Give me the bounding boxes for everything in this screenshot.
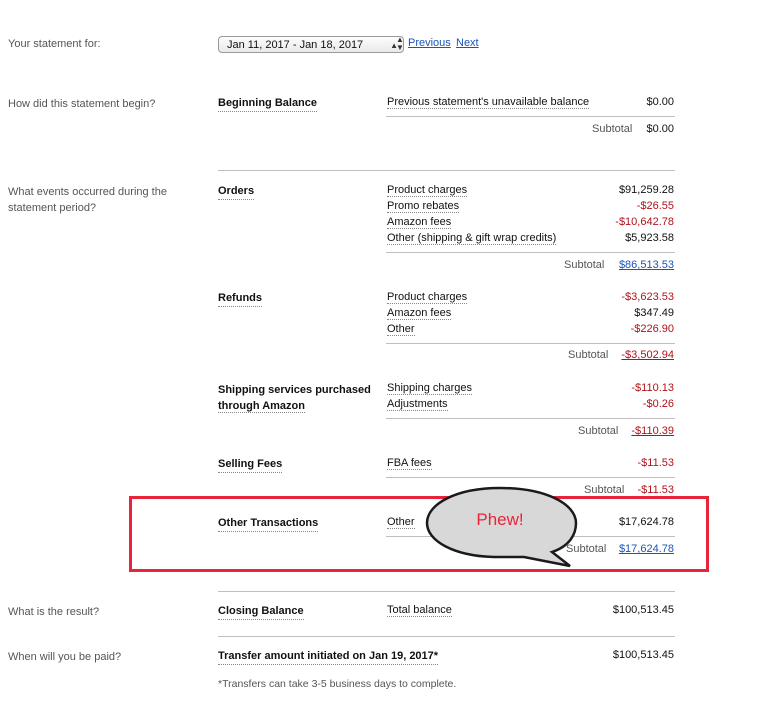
beginning-amount: $0.00 <box>646 96 674 108</box>
closing-desc: Total balance <box>387 604 452 617</box>
refunds-row-label: Other <box>387 323 415 336</box>
selling-fees-title: Selling Fees <box>218 457 283 473</box>
other-row-amount: $17,624.78 <box>618 516 674 528</box>
divider <box>386 477 675 478</box>
orders-row-label: Promo rebates <box>387 200 460 213</box>
orders-subtotal-label: Subtotal <box>564 259 605 271</box>
date-range-value: Jan 11, 2017 - Jan 18, 2017 <box>227 39 364 51</box>
date-range-select[interactable]: Jan 11, 2017 - Jan 18, 2017 ▲ <box>218 36 404 53</box>
shipping-row-label: Adjustments <box>387 398 448 411</box>
orders-row-amount: -$26.55 <box>636 200 674 212</box>
question-events: What events occurred during the statemen… <box>8 186 167 214</box>
closing-balance-title: Closing Balance <box>218 604 304 620</box>
divider <box>218 591 675 592</box>
divider <box>386 252 675 253</box>
next-link[interactable]: Next <box>456 37 479 49</box>
shipping-subtotal-label: Subtotal <box>578 425 619 437</box>
refunds-title: Refunds <box>218 291 262 307</box>
divider <box>386 343 675 344</box>
transfer-footnote: *Transfers can take 3-5 business days to… <box>218 678 457 690</box>
beginning-subtotal: $0.00 <box>646 123 674 135</box>
refunds-subtotal-link[interactable]: -$3,502.94 <box>621 349 674 361</box>
refunds-row-amount: -$226.90 <box>630 323 674 335</box>
orders-row-amount: $91,259.28 <box>618 184 674 196</box>
question-begin: How did this statement begin? <box>8 98 156 110</box>
refunds-row-amount: $347.49 <box>634 307 674 319</box>
divider <box>218 170 675 171</box>
previous-link[interactable]: Previous <box>408 37 451 49</box>
question-result: What is the result? <box>8 606 100 618</box>
divider <box>386 418 675 419</box>
selling-subtotal: -$11.53 <box>637 484 675 496</box>
shipping-row-label: Shipping charges <box>387 382 473 395</box>
divider <box>218 636 675 637</box>
shipping-row-amount: -$110.13 <box>631 382 674 394</box>
transfer-amount: $100,513.45 <box>612 649 674 661</box>
divider <box>386 116 675 117</box>
other-transactions-title: Other Transactions <box>218 516 319 532</box>
refunds-row-label: Product charges <box>387 291 468 304</box>
transfer-title: Transfer amount initiated on Jan 19, 201… <box>218 649 439 665</box>
refunds-subtotal-label: Subtotal <box>568 349 609 361</box>
orders-row-amount: -$10,642.78 <box>615 216 674 228</box>
selling-row-amount: -$11.53 <box>637 457 675 469</box>
shipping-subtotal-link[interactable]: -$110.39 <box>631 425 674 437</box>
shipping-row-amount: -$0.26 <box>642 398 674 410</box>
orders-row-label: Other (shipping & gift wrap credits) <box>387 232 557 245</box>
orders-row-label: Amazon fees <box>387 216 452 229</box>
closing-amount: $100,513.45 <box>612 604 674 616</box>
selling-subtotal-label: Subtotal <box>584 484 625 496</box>
refunds-row-label: Amazon fees <box>387 307 452 320</box>
refunds-row-amount: -$3,623.53 <box>621 291 674 303</box>
other-subtotal-link[interactable]: $17,624.78 <box>619 543 674 555</box>
statement-for-label: Your statement for: <box>8 38 101 50</box>
beginning-subtotal-label: Subtotal <box>592 123 633 135</box>
beginning-desc: Previous statement's unavailable balance <box>387 96 590 109</box>
updown-arrow-icon: ▲ ▼ <box>396 35 404 52</box>
shipping-title-line1: Shipping services purchased <box>218 384 371 396</box>
orders-row-amount: $5,923.58 <box>625 232 674 244</box>
shipping-title-line2: through Amazon <box>218 400 305 413</box>
orders-row-label: Product charges <box>387 184 468 197</box>
speech-bubble-text: Phew! <box>476 510 524 529</box>
question-paid: When will you be paid? <box>8 651 122 663</box>
beginning-balance-title: Beginning Balance <box>218 96 318 112</box>
other-row-label: Other <box>387 516 415 529</box>
highlight-box <box>129 496 709 572</box>
selling-row-label: FBA fees <box>387 457 432 470</box>
orders-title: Orders <box>218 184 255 200</box>
orders-subtotal-link[interactable]: $86,513.53 <box>619 259 674 271</box>
shipping-title: Shipping services purchased through Amaz… <box>218 382 371 414</box>
